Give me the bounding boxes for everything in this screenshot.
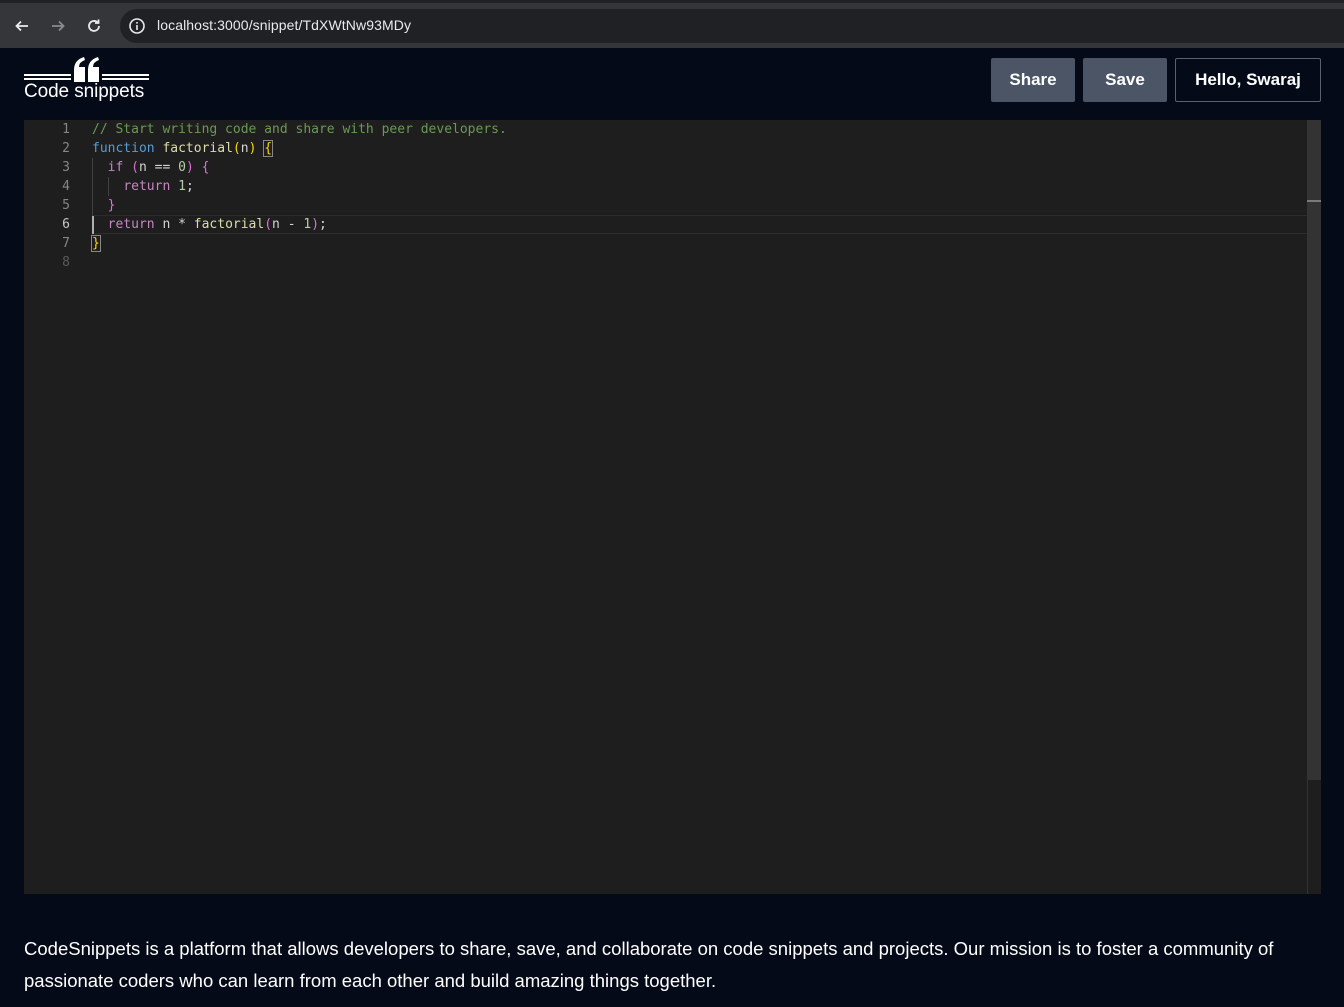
line-number: 8 [62,255,70,270]
scrollbar-thumb[interactable] [1307,120,1321,780]
code-bracket: } [91,235,101,252]
share-button[interactable]: Share [991,58,1075,102]
code-area[interactable]: // Start writing code and share with pee… [91,120,1307,894]
code-token: n [240,141,249,156]
code-function-name: factorial [193,217,265,232]
back-button[interactable] [8,12,36,40]
code-token: n [162,217,171,232]
editor-scrollbar[interactable] [1307,120,1321,894]
code-keyword: function [92,141,155,156]
code-token: ; [185,179,194,194]
code-token: == [154,160,171,175]
line-number: 4 [62,179,70,194]
code-keyword: if [107,160,124,175]
user-greeting-button[interactable]: Hello, Swaraj [1175,58,1321,102]
code-number: 0 [178,160,186,175]
logo-text[interactable]: Code snippets [24,81,144,103]
info-icon[interactable] [128,17,146,35]
arrow-right-icon [52,20,65,32]
code-line[interactable]: return 1; [92,177,194,196]
code-line[interactable]: } [91,234,101,253]
code-bracket: { [263,140,274,157]
line-number-gutter: 1 2 3 4 5 6 7 8 [24,120,84,894]
line-number: 3 [62,160,70,175]
code-keyword: return [123,179,171,194]
forward-button[interactable] [44,12,72,40]
code-bracket: ) [311,217,320,232]
reload-icon [88,19,100,32]
line-number-active: 6 [62,217,70,232]
code-token: n [138,160,147,175]
line-number: 5 [62,198,70,213]
code-line[interactable]: function factorial(n) { [92,139,274,158]
code-token: ; [319,217,327,232]
code-token: n [272,217,280,232]
save-button[interactable]: Save [1083,58,1167,102]
code-bracket: ) [185,160,194,175]
reload-button[interactable] [80,12,108,40]
code-editor[interactable]: 1 2 3 4 5 6 7 8 // Start writing code an… [24,120,1321,894]
address-bar[interactable]: localhost:3000/snippet/TdXWtNw93MDy [120,9,1344,43]
code-function-name: factorial [162,141,233,156]
line-number: 1 [62,122,70,137]
line-number: 7 [62,236,70,251]
code-comment: // Start writing code and share with pee… [92,122,507,137]
code-line[interactable]: // Start writing code and share with pee… [92,120,507,139]
arrow-left-icon [15,20,28,32]
code-number: 1 [303,217,312,232]
code-bracket: } [107,198,116,213]
code-bracket: ( [264,217,273,232]
code-bracket: ( [131,160,139,175]
code-bracket: ( [232,141,241,156]
cursor-position-marker [1307,200,1321,202]
code-line[interactable]: } [92,196,116,215]
line-number: 2 [62,141,70,156]
code-keyword: return [107,217,155,232]
browser-toolbar: localhost:3000/snippet/TdXWtNw93MDy [0,0,1344,48]
code-number: 1 [178,179,186,194]
url-text[interactable]: localhost:3000/snippet/TdXWtNw93MDy [157,17,411,33]
code-token: - [287,217,296,232]
code-bracket: ) [248,141,257,156]
code-line[interactable]: if (n == 0) { [92,158,210,177]
text-cursor [92,216,94,234]
code-bracket: { [201,160,210,175]
code-line[interactable]: return n * factorial(n - 1); [92,215,327,234]
about-text: CodeSnippets is a platform that allows d… [24,938,1274,991]
code-token: * [178,217,186,232]
